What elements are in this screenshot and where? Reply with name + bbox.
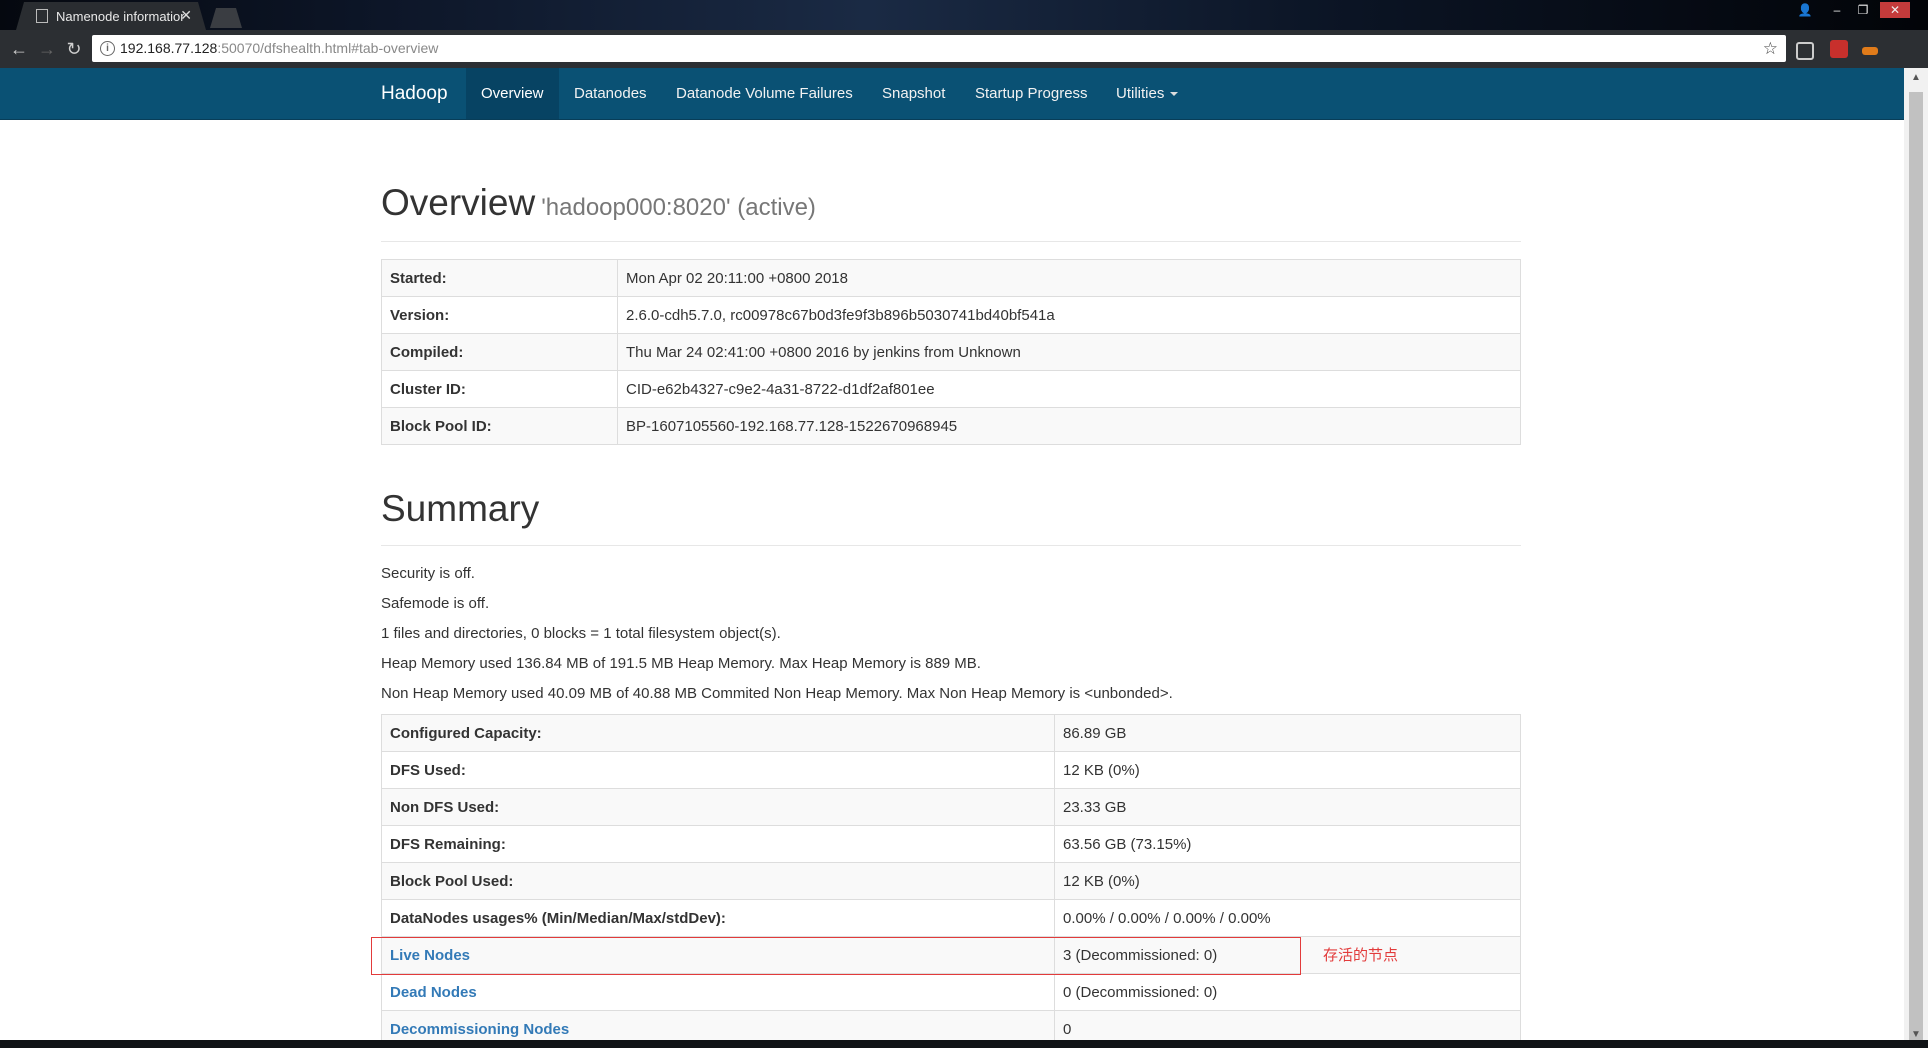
browser-toolbar: ← → ↻ i 192.168.77.128:50070/dfshealth.h… <box>0 30 1928 68</box>
overview-table: Started: Mon Apr 02 20:11:00 +0800 2018 … <box>381 259 1521 445</box>
row-value: 86.89 GB <box>1054 714 1521 752</box>
row-key: DFS Remaining: <box>381 825 1055 863</box>
nav-datanodes[interactable]: Datanodes <box>559 68 662 119</box>
row-key: Block Pool Used: <box>381 862 1055 900</box>
hadoop-navbar: Hadoop Overview Datanodes Datanode Volum… <box>0 68 1904 120</box>
row-key: Compiled: <box>381 333 618 371</box>
table-row: Compiled: Thu Mar 24 02:41:00 +0800 2016… <box>381 333 1521 371</box>
pdf-extension-icon[interactable] <box>1830 40 1848 58</box>
scrollbar-thumb[interactable] <box>1909 92 1923 1048</box>
row-value: 63.56 GB (73.15%) <box>1054 825 1521 863</box>
reload-icon[interactable]: ↻ <box>63 38 85 60</box>
summary-heading: Summary <box>381 488 540 529</box>
url-host: 192.168.77.128 <box>120 40 218 56</box>
heap-memory: Heap Memory used 136.84 MB of 191.5 MB H… <box>381 655 981 672</box>
extension-icon[interactable] <box>1796 42 1814 60</box>
user-icon[interactable]: 👤 <box>1794 2 1816 18</box>
back-icon[interactable]: ← <box>8 38 30 60</box>
nav-startup-progress[interactable]: Startup Progress <box>960 68 1103 119</box>
table-row: DFS Used: 12 KB (0%) <box>381 751 1521 789</box>
table-row: Cluster ID: CID-e62b4327-c9e2-4a31-8722-… <box>381 370 1521 408</box>
extension-icon-2[interactable] <box>1862 47 1878 55</box>
row-key: DataNodes usages% (Min/Median/Max/stdDev… <box>381 899 1055 937</box>
page-scrollbar[interactable]: ▲ ▼ <box>1904 68 1928 1048</box>
row-value: BP-1607105560-192.168.77.128-15226709689… <box>617 407 1521 445</box>
table-row: DFS Remaining: 63.56 GB (73.15%) <box>381 825 1521 863</box>
highlight-box <box>371 937 1301 975</box>
row-value: 12 KB (0%) <box>1054 751 1521 789</box>
table-row: Started: Mon Apr 02 20:11:00 +0800 2018 <box>381 259 1521 297</box>
overview-subtitle: 'hadoop000:8020' (active) <box>541 194 816 221</box>
info-icon[interactable]: i <box>100 41 115 56</box>
table-row: Non DFS Used: 23.33 GB <box>381 788 1521 826</box>
url-path: :50070/dfshealth.html#tab-overview <box>217 40 439 56</box>
bookmark-star-icon[interactable]: ☆ <box>1763 35 1778 62</box>
nav-utilities[interactable]: Utilities <box>1101 68 1193 119</box>
row-value: 23.33 GB <box>1054 788 1521 826</box>
page-content: Hadoop Overview Datanodes Datanode Volum… <box>0 68 1904 1048</box>
window-close-icon[interactable]: ✕ <box>1880 2 1910 18</box>
summary-table: Configured Capacity: 86.89 GB DFS Used: … <box>381 714 1521 1048</box>
table-row: DataNodes usages% (Min/Median/Max/stdDev… <box>381 899 1521 937</box>
row-key: Version: <box>381 296 618 334</box>
new-tab-button[interactable] <box>210 8 242 28</box>
divider <box>381 241 1521 242</box>
row-value: 2.6.0-cdh5.7.0, rc00978c67b0d3fe9f3b896b… <box>617 296 1521 334</box>
row-key: Block Pool ID: <box>381 407 618 445</box>
row-value: 0 (Decommissioned: 0) <box>1054 973 1521 1011</box>
divider <box>381 545 1521 546</box>
row-key: Configured Capacity: <box>381 714 1055 752</box>
address-bar[interactable]: i 192.168.77.128:50070/dfshealth.html#ta… <box>92 35 1786 62</box>
nav-utilities-label: Utilities <box>1116 85 1165 102</box>
brand-link[interactable]: Hadoop <box>381 68 448 119</box>
minimize-icon[interactable]: – <box>1826 2 1848 18</box>
row-value: CID-e62b4327-c9e2-4a31-8722-d1df2af801ee <box>617 370 1521 408</box>
safemode-status: Safemode is off. <box>381 595 490 612</box>
annotation-label: 存活的节点 <box>1323 947 1399 964</box>
overview-heading: Overview'hadoop000:8020' (active) <box>381 182 816 224</box>
page-icon <box>36 9 48 23</box>
overview-title: Overview <box>381 182 536 223</box>
scroll-down-icon[interactable]: ▼ <box>1911 1029 1921 1040</box>
scroll-up-icon[interactable]: ▲ <box>1911 72 1921 83</box>
url-text[interactable]: 192.168.77.128:50070/dfshealth.html#tab-… <box>120 35 438 62</box>
row-key: Started: <box>381 259 618 297</box>
table-row: Configured Capacity: 86.89 GB <box>381 714 1521 752</box>
browser-title-bar: Namenode information ✕ 👤 – ❐ ✕ <box>0 0 1928 30</box>
tab-close-icon[interactable]: ✕ <box>180 7 192 24</box>
filesystem-objects: 1 files and directories, 0 blocks = 1 to… <box>381 625 781 642</box>
decommissioning-nodes-link[interactable]: Decommissioning Nodes <box>390 1021 569 1038</box>
nav-overview[interactable]: Overview <box>466 68 559 119</box>
browser-tab[interactable]: Namenode information ✕ <box>16 2 206 30</box>
table-row: Block Pool ID: BP-1607105560-192.168.77.… <box>381 407 1521 445</box>
table-row: Version: 2.6.0-cdh5.7.0, rc00978c67b0d3f… <box>381 296 1521 334</box>
dead-nodes-cell: Dead Nodes <box>381 973 1055 1011</box>
nav-datanode-volume-failures[interactable]: Datanode Volume Failures <box>661 68 868 119</box>
row-value: 0.00% / 0.00% / 0.00% / 0.00% <box>1054 899 1521 937</box>
non-heap-memory: Non Heap Memory used 40.09 MB of 40.88 M… <box>381 685 1173 702</box>
table-row: Block Pool Used: 12 KB (0%) <box>381 862 1521 900</box>
security-status: Security is off. <box>381 565 475 582</box>
chevron-down-icon <box>1170 92 1179 97</box>
row-key: DFS Used: <box>381 751 1055 789</box>
row-value: 12 KB (0%) <box>1054 862 1521 900</box>
restore-icon[interactable]: ❐ <box>1852 2 1874 18</box>
dead-nodes-link[interactable]: Dead Nodes <box>390 984 477 1001</box>
taskbar-strip <box>0 1040 1928 1048</box>
forward-icon[interactable]: → <box>36 38 58 60</box>
row-value: Mon Apr 02 20:11:00 +0800 2018 <box>617 259 1521 297</box>
row-key: Cluster ID: <box>381 370 618 408</box>
row-key: Non DFS Used: <box>381 788 1055 826</box>
nav-snapshot[interactable]: Snapshot <box>867 68 960 119</box>
tab-title: Namenode information <box>56 9 184 24</box>
row-value: Thu Mar 24 02:41:00 +0800 2016 by jenkin… <box>617 333 1521 371</box>
table-row: Dead Nodes 0 (Decommissioned: 0) <box>381 973 1521 1011</box>
